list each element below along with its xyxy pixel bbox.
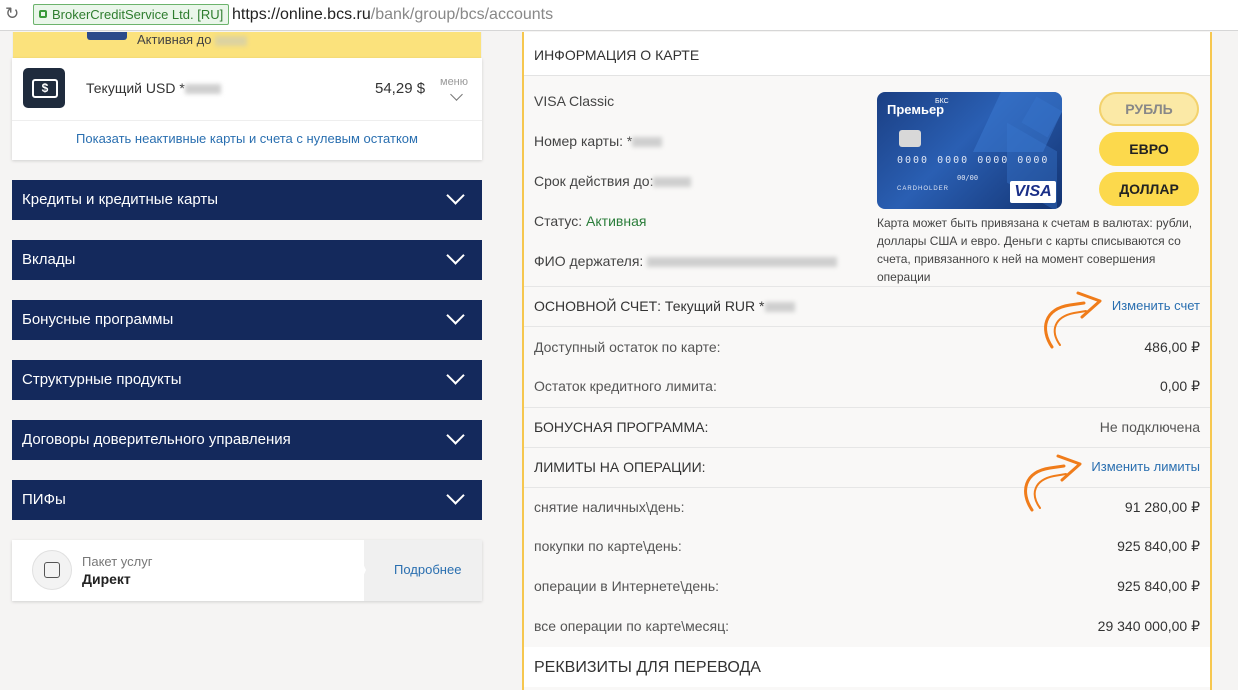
requisites-title: РЕКВИЗИТЫ ДЛЯ ПЕРЕВОДА (534, 659, 761, 676)
limit-value: 91 280,00 ₽ (1124, 499, 1200, 515)
section-bonus-programs[interactable]: Бонусные программы (12, 300, 482, 340)
section-deposits[interactable]: Вклады (12, 240, 482, 280)
package-arrow-divider (352, 540, 366, 601)
currency-eur-button[interactable]: ЕВРО (1099, 132, 1199, 166)
chevron-down-icon[interactable] (450, 88, 463, 101)
credit-limit-label: Остаток кредитного лимита: (534, 378, 717, 394)
url-path: /bank/group/bcs/accounts (370, 6, 554, 23)
credit-limit-row: Остаток кредитного лимита: 0,00 ₽ (524, 366, 1210, 406)
wallet-icon: $ (23, 68, 65, 108)
card-currency-note: Карта может быть привязана к счетам в ва… (877, 216, 1193, 284)
section-label: Кредиты и кредитные карты (22, 191, 218, 208)
bonus-program-label: БОНУСНАЯ ПРОГРАММА: (534, 419, 709, 435)
annotation-arrow-icon (1024, 454, 1082, 512)
bonus-program-value: Не подключена (1099, 419, 1200, 435)
ev-certificate-badge[interactable]: BrokerCreditService Ltd. [RU] (33, 4, 230, 25)
reload-icon[interactable]: ↻ (5, 5, 23, 23)
card-type: VISA Classic (534, 93, 615, 109)
section-mutual-funds[interactable]: ПИФы (12, 480, 482, 520)
status-value: Активная (586, 213, 647, 229)
limit-row-monthly: все операции по карте\месяц: 29 340 000,… (524, 606, 1210, 646)
card-info-header: ИНФОРМАЦИЯ О КАРТЕ (524, 32, 1210, 76)
chevron-down-icon (446, 486, 465, 505)
limit-label: операции в Интернете\день: (534, 578, 720, 594)
card-info-title: ИНФОРМАЦИЯ О КАРТЕ (534, 47, 700, 63)
card-expiry-mask: 00/00 (957, 174, 979, 182)
currency-rub-button[interactable]: РУБЛЬ (1099, 92, 1199, 126)
requisites-row[interactable]: РЕКВИЗИТЫ ДЛЯ ПЕРЕВОДА (524, 647, 1210, 687)
card-info-panel: ИНФОРМАЦИЯ О КАРТЕ VISA Classic Номер ка… (522, 32, 1212, 690)
card-status: Статус: Активная (534, 213, 647, 229)
package-name: Директ (82, 571, 131, 587)
chevron-down-icon (446, 426, 465, 445)
limit-value: 925 840,00 ₽ (1117, 578, 1200, 594)
show-inactive-link[interactable]: Показать неактивные карты и счета с нуле… (12, 131, 482, 146)
main-account-row: ОСНОВНОЙ СЧЕТ: Текущий RUR * Изменить сч… (524, 286, 1210, 326)
url-field[interactable]: https://online.bcs.ru/bank/group/bcs/acc… (232, 5, 553, 25)
limit-value: 29 340 000,00 ₽ (1097, 618, 1200, 634)
limit-row-purchases: покупки по карте\день: 925 840,00 ₽ (524, 526, 1210, 566)
previous-card-row[interactable]: Активная до (12, 32, 482, 58)
section-label: Бонусные программы (22, 311, 174, 328)
section-label: ПИФы (22, 491, 66, 508)
card-thumbnail-icon (87, 32, 127, 40)
limit-row-cash: снятие наличных\день: 91 280,00 ₽ (524, 487, 1210, 527)
limits-row: ЛИМИТЫ НА ОПЕРАЦИИ: Изменить лимиты (524, 447, 1210, 487)
section-label: Договоры доверительного управления (22, 431, 291, 448)
package-details-link[interactable]: Подробнее (394, 562, 461, 577)
chevron-down-icon (446, 246, 465, 265)
card-holder-mask: CARDHOLDER (897, 186, 950, 192)
available-balance-row: Доступный остаток по карте: 486,00 ₽ (524, 327, 1210, 367)
change-limits-link[interactable]: Изменить лимиты (1091, 459, 1200, 474)
section-trust-management[interactable]: Договоры доверительного управления (12, 420, 482, 460)
available-balance-label: Доступный остаток по карте: (534, 339, 721, 355)
previous-card-status: Активная до (137, 32, 248, 47)
section-label: Вклады (22, 251, 76, 268)
limit-label: снятие наличных\день: (534, 499, 685, 515)
limits-label: ЛИМИТЫ НА ОПЕРАЦИИ: (534, 459, 706, 475)
section-credits[interactable]: Кредиты и кредитные карты (12, 180, 482, 220)
section-structured-products[interactable]: Структурные продукты (12, 360, 482, 400)
annotation-arrow-icon (1044, 291, 1102, 349)
chevron-down-icon (446, 186, 465, 205)
accounts-panel: $ Текущий USD * 54,29 $ меню Показать не… (12, 58, 482, 160)
account-name[interactable]: Текущий USD * (86, 80, 221, 96)
package-title: Пакет услуг (82, 554, 153, 569)
divider (12, 120, 482, 121)
visa-logo-icon: VISA (1010, 181, 1056, 203)
limit-row-internet: операции в Интернете\день: 925 840,00 ₽ (524, 566, 1210, 606)
puzzle-icon (32, 550, 72, 590)
card-holder: ФИО держателя: (534, 253, 838, 269)
main-account-label: ОСНОВНОЙ СЧЕТ: Текущий RUR * (534, 298, 795, 314)
change-account-link[interactable]: Изменить счет (1112, 298, 1200, 313)
card-brand-small: БКС (935, 98, 949, 105)
chevron-down-icon (446, 306, 465, 325)
limit-value: 925 840,00 ₽ (1117, 538, 1200, 554)
browser-address-bar: ↻ BrokerCreditService Ltd. [RU] https://… (0, 0, 1238, 31)
card-expiry: Срок действия до: (534, 173, 692, 189)
card-number-mask: 0000 0000 0000 0000 (897, 155, 1050, 166)
url-host: https://online.bcs.ru (232, 6, 371, 23)
limit-label: покупки по карте\день: (534, 538, 682, 554)
chevron-down-icon (446, 366, 465, 385)
credit-limit-value: 0,00 ₽ (1159, 378, 1200, 394)
section-label: Структурные продукты (22, 371, 182, 388)
card-number: Номер карты: * (534, 133, 663, 149)
account-menu-label[interactable]: меню (440, 76, 468, 88)
limit-label: все операции по карте\месяц: (534, 618, 730, 634)
available-balance-value: 486,00 ₽ (1144, 339, 1200, 355)
card-chip-icon (899, 130, 921, 147)
ev-certificate-label: BrokerCreditService Ltd. [RU] (52, 7, 224, 22)
currency-usd-button[interactable]: ДОЛЛАР (1099, 172, 1199, 206)
lock-icon (39, 10, 47, 18)
service-package-card: Пакет услуг Директ Подробнее (12, 540, 482, 601)
bank-card-image: Премьер БКС 0000 0000 0000 0000 00/00 CA… (877, 92, 1062, 209)
account-amount: 54,29 $ (375, 80, 426, 97)
bonus-program-row: БОНУСНАЯ ПРОГРАММА: Не подключена (524, 407, 1210, 447)
